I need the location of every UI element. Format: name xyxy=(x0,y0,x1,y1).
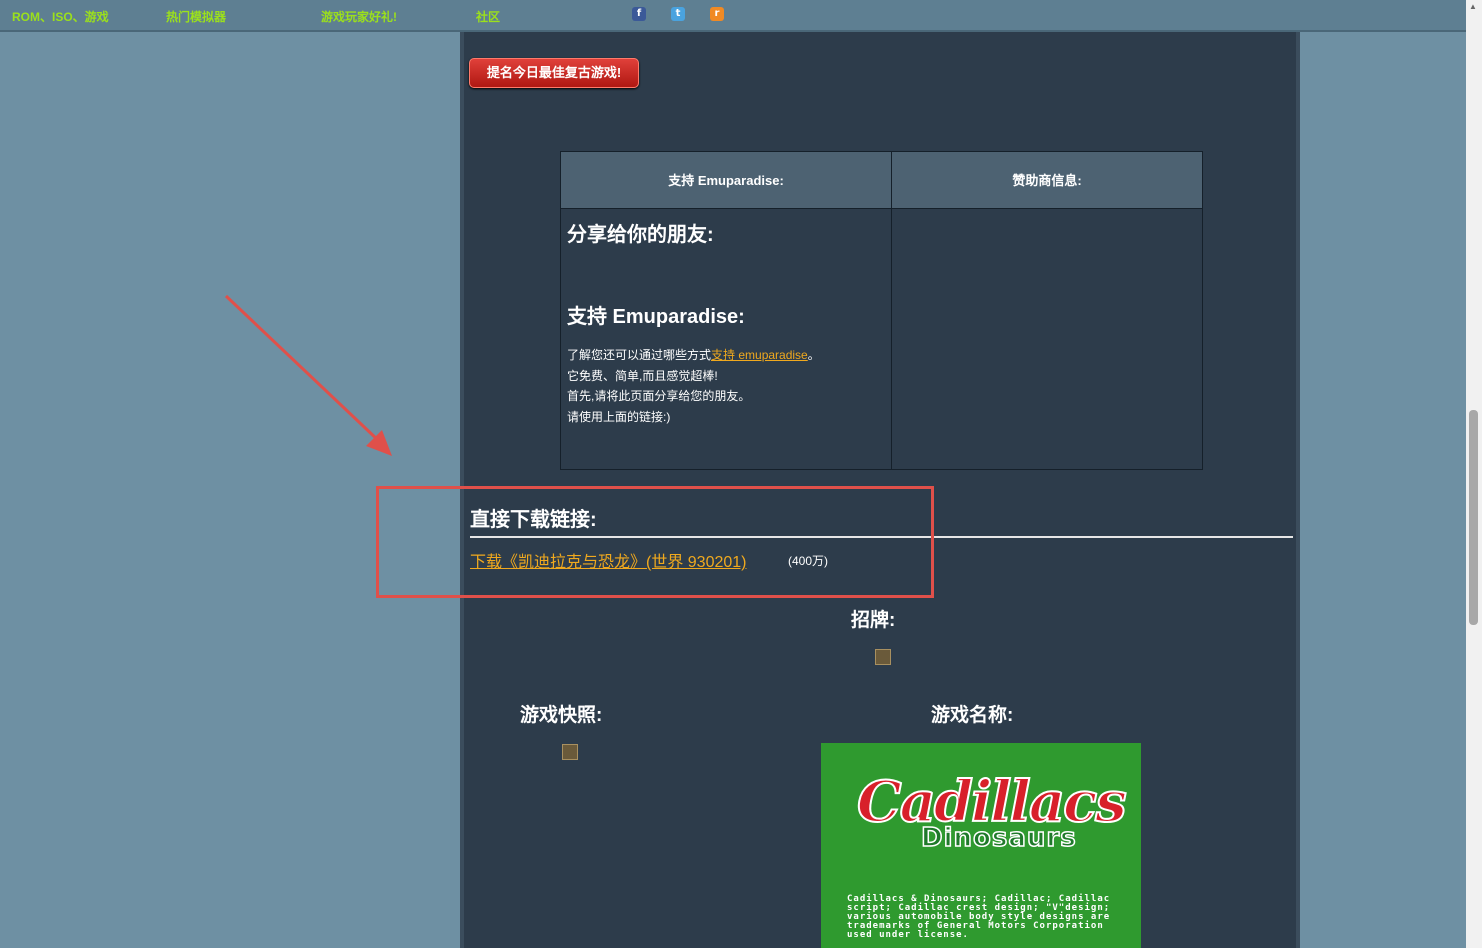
top-nav-bar: ROM、ISO、游戏 热门模拟器 游戏玩家好礼! 社区 f t r xyxy=(0,0,1466,32)
annotation-highlight-box xyxy=(376,486,934,598)
support-table: 支持 Emuparadise: 赞助商信息: 分享给你的朋友: 支持 Emupa… xyxy=(560,151,1203,470)
table-header-support: 支持 Emuparadise: xyxy=(561,152,892,209)
share-heading: 分享给你的朋友: xyxy=(567,224,714,246)
signboard-thumbnail[interactable] xyxy=(875,649,891,665)
snapshot-heading: 游戏快照: xyxy=(520,705,603,726)
nav-emulators-link[interactable]: 热门模拟器 xyxy=(166,8,226,25)
twitter-glyph: t xyxy=(675,8,681,19)
twitter-icon[interactable]: t xyxy=(671,7,685,21)
annotation-arrow xyxy=(224,294,392,456)
scroll-up-arrow-icon[interactable]: ▲ xyxy=(1469,2,1477,11)
title-screen-image[interactable]: Cadillacs Dinosaurs Cadillacs & Dinosaur… xyxy=(821,743,1141,948)
title-logo-bottom: Dinosaurs xyxy=(920,822,1077,854)
facebook-glyph: f xyxy=(636,8,642,19)
column-divider xyxy=(891,209,892,469)
support-paragraph: 了解您还可以通过哪些方式支持 emuparadise。 它免费、简单,而且感觉超… xyxy=(567,345,820,427)
rss-icon[interactable]: r xyxy=(710,7,724,21)
support-line3: 首先,请将此页面分享给您的朋友。 xyxy=(567,389,751,403)
support-line4: 请使用上面的链接:) xyxy=(567,409,671,424)
rss-glyph: r xyxy=(714,8,720,19)
nav-gifts-link[interactable]: 游戏玩家好礼! xyxy=(321,8,397,25)
support-line2: 它免费、简单,而且感觉超棒! xyxy=(567,368,718,383)
scrollbar-thumb[interactable] xyxy=(1469,410,1478,625)
support-emuparadise-link[interactable]: 支持 emuparadise xyxy=(711,348,808,362)
nominate-game-button[interactable]: 提名今日最佳复古游戏! xyxy=(469,58,639,88)
support-line1-suffix: 。 xyxy=(807,348,820,362)
nav-community-link[interactable]: 社区 xyxy=(476,8,500,25)
table-header-sponsor: 赞助商信息: xyxy=(892,152,1202,209)
support-line1-prefix: 了解您还可以通过哪些方式 xyxy=(567,348,712,362)
snapshot-thumbnail[interactable] xyxy=(562,744,578,760)
signboard-heading: 招牌: xyxy=(851,610,896,631)
nav-roms-link[interactable]: ROM、ISO、游戏 xyxy=(12,8,109,25)
facebook-icon[interactable]: f xyxy=(632,7,646,21)
title-fine-print: Cadillacs & Dinosaurs; Cadillac; Cadilla… xyxy=(847,894,1111,940)
arrow-shaft xyxy=(224,294,382,444)
support-heading: 支持 Emuparadise: xyxy=(567,306,745,328)
title-name-heading: 游戏名称: xyxy=(931,705,1014,726)
